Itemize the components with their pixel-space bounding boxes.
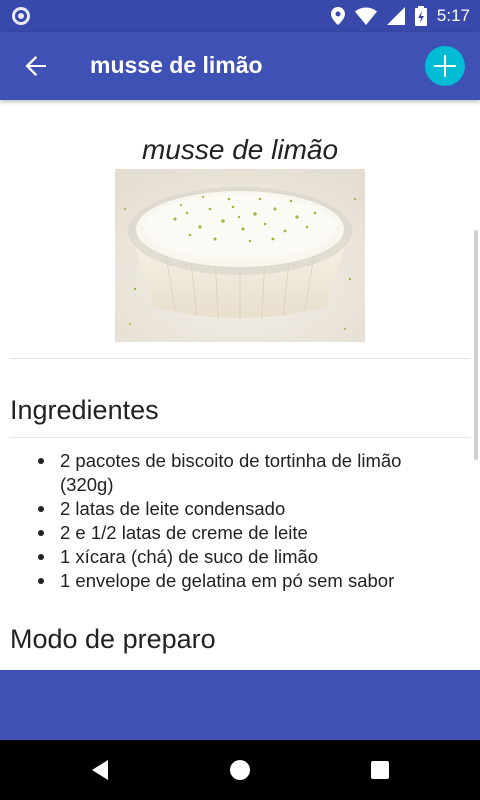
back-button[interactable] <box>16 46 56 86</box>
recipe-heading: musse de limão <box>141 134 339 165</box>
nav-back-button[interactable] <box>85 755 115 785</box>
arrow-back-icon <box>25 56 46 76</box>
list-item: 2 latas de leite condensado <box>38 497 458 521</box>
recents-square-icon <box>371 761 389 779</box>
ingredients-title: Ingredientes <box>10 395 159 425</box>
add-icon <box>434 55 456 77</box>
recipe-photo <box>115 169 365 342</box>
notification-icon <box>12 7 30 25</box>
clock: 5:17 <box>436 6 470 25</box>
nav-home-button[interactable] <box>225 755 255 785</box>
battery-icon <box>414 6 427 26</box>
bottom-bar <box>0 670 480 740</box>
status-icons: 5:17 <box>330 5 470 27</box>
status-bar: 5:17 <box>0 0 480 32</box>
divider <box>10 358 470 359</box>
location-icon <box>330 7 345 25</box>
list-item: 1 xícara (chá) de suco de limão <box>38 545 458 569</box>
list-item: 2 pacotes de biscoito de tortinha de lim… <box>38 449 458 497</box>
home-circle-icon <box>230 760 250 780</box>
preparation-title: Modo de preparo <box>10 624 216 654</box>
back-triangle-icon <box>92 760 108 780</box>
cellular-icon <box>386 7 405 25</box>
ingredients-list: 2 pacotes de biscoito de tortinha de lim… <box>38 449 458 593</box>
app-bar-title: musse de limão <box>90 52 263 78</box>
list-item: 2 e 1/2 latas de creme de leite <box>38 521 458 545</box>
add-button[interactable] <box>425 46 465 86</box>
divider <box>10 437 470 438</box>
scrollbar[interactable] <box>474 230 478 460</box>
recipe-content[interactable]: musse de limão Ingredientes 2 pacotes de… <box>0 100 480 670</box>
wifi-icon <box>354 7 377 25</box>
app-bar: musse de limão <box>0 32 480 100</box>
navigation-bar <box>0 740 480 800</box>
nav-recents-button[interactable] <box>365 755 395 785</box>
list-item: 1 envelope de gelatina em pó sem sabor <box>38 569 458 593</box>
